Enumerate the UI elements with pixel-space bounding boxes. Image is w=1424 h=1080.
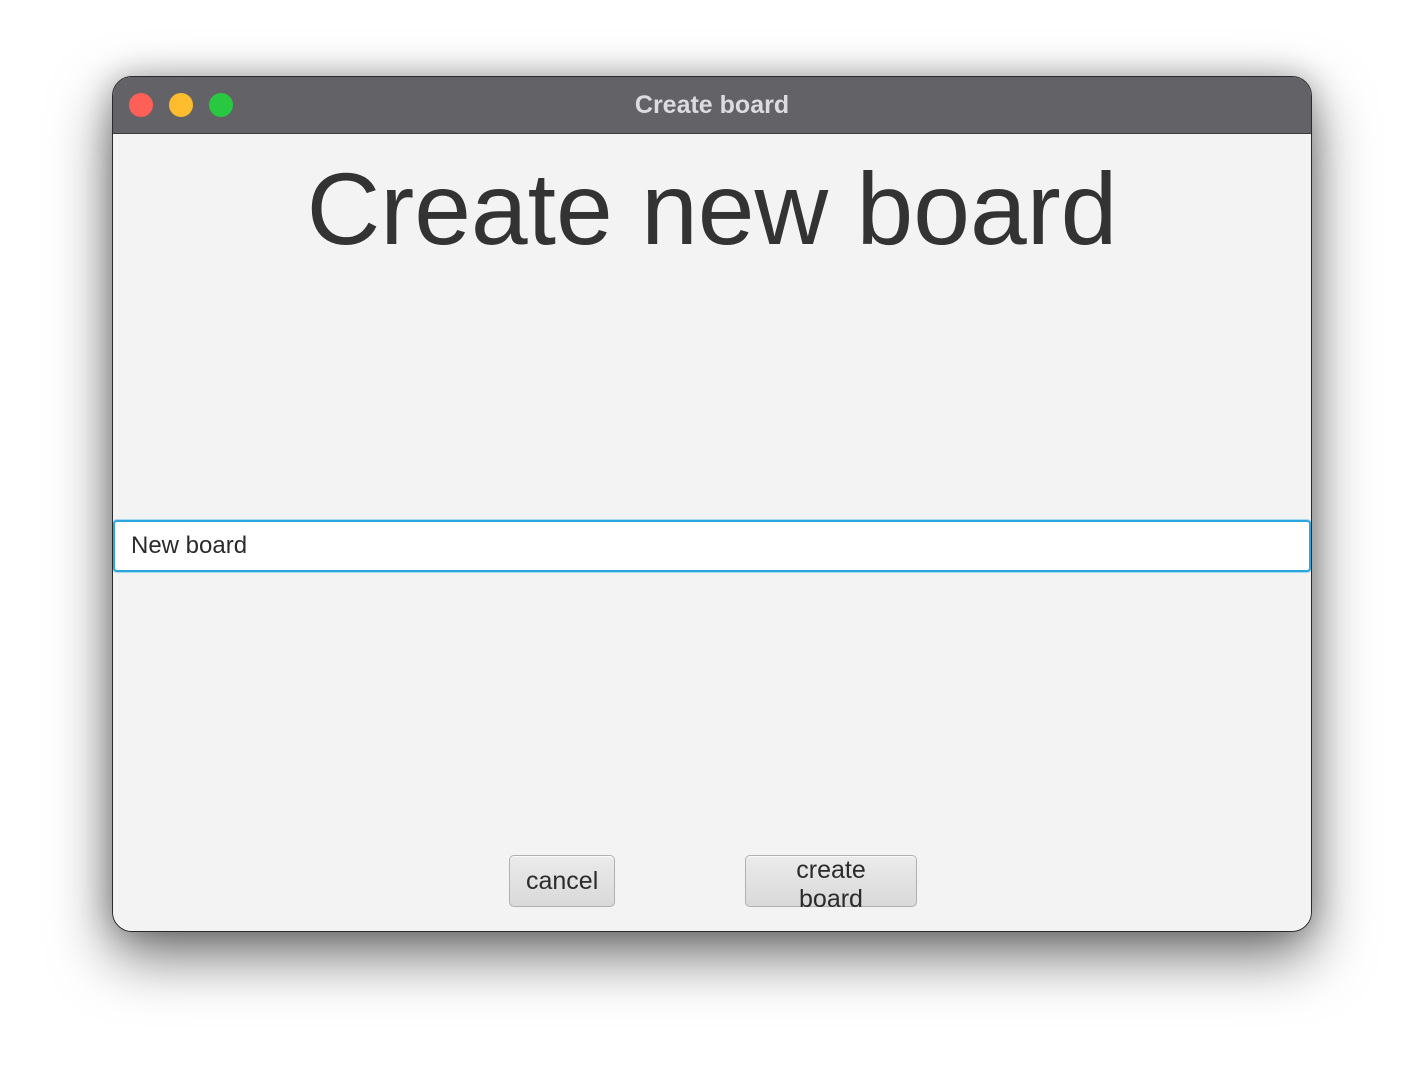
desktop: Create board Create new board cancel cre… <box>0 0 1424 1080</box>
dialog-content: Create new board cancel create board <box>113 134 1311 931</box>
page-title: Create new board <box>306 152 1118 266</box>
create-board-button[interactable]: create board <box>745 855 917 913</box>
cancel-button[interactable]: cancel <box>509 855 615 907</box>
title-bar[interactable]: Create board <box>113 77 1311 134</box>
board-name-input[interactable] <box>113 520 1311 572</box>
create-board-window: Create board Create new board cancel cre… <box>112 76 1312 932</box>
window-title: Create board <box>634 91 790 119</box>
